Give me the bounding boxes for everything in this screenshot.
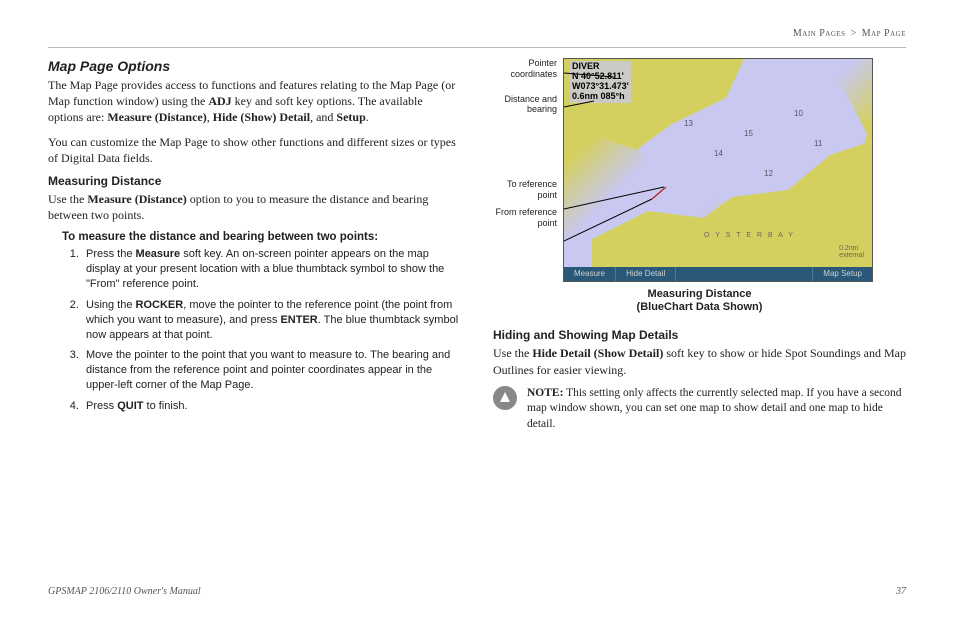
- depth: 12: [764, 169, 773, 178]
- page-footer: GPSMAP 2106/2110 Owner's Manual 37: [48, 586, 906, 597]
- note-block: NOTE: This setting only affects the curr…: [493, 386, 906, 433]
- procedure-title: To measure the distance and bearing betw…: [62, 231, 461, 243]
- softkey-measure[interactable]: Measure: [564, 267, 616, 281]
- opt-setup: Setup: [336, 110, 365, 124]
- measuring-distance-head: Measuring Distance: [48, 174, 461, 188]
- callout-labels: Pointer coordinates Distance and bearing…: [493, 58, 557, 282]
- depth: 10: [794, 109, 803, 118]
- measure-key: Measure: [136, 248, 181, 260]
- enter-key: ENTER: [280, 314, 317, 326]
- left-column: Map Page Options The Map Page provides a…: [48, 58, 461, 432]
- hide-detail-term: Hide Detail (Show Detail): [532, 346, 663, 360]
- figure-caption: Measuring Distance (BlueChart Data Shown…: [493, 288, 906, 314]
- label-distance-bearing: Distance and bearing: [493, 94, 557, 116]
- adj-key: ADJ: [208, 94, 231, 108]
- map-screenshot: DIVER N 40°52.811' W073°31.473' 0.6nm 08…: [563, 58, 873, 282]
- opt-measure: Measure (Distance): [107, 110, 206, 124]
- step-3: Move the pointer to the point that you w…: [82, 348, 461, 393]
- section-title: Map Page Options: [48, 58, 461, 74]
- step-4: Press QUIT to finish.: [82, 399, 461, 414]
- measuring-para: Use the Measure (Distance) option to you…: [48, 191, 461, 223]
- softkey-hide-detail[interactable]: Hide Detail: [616, 267, 676, 281]
- measure-distance-term: Measure (Distance): [87, 192, 186, 206]
- quit-key: QUIT: [117, 400, 143, 412]
- callout-lines: [564, 59, 873, 282]
- depth: 15: [744, 129, 753, 138]
- opt-hide-detail: Hide (Show) Detail: [213, 110, 310, 124]
- depth: 14: [714, 149, 723, 158]
- depth: 13: [684, 119, 693, 128]
- breadcrumb-current: Map Page: [862, 28, 906, 39]
- note-text: NOTE: This setting only affects the curr…: [527, 386, 906, 433]
- map-place-label: O Y S T E R B A Y: [704, 232, 795, 239]
- rocker-key: ROCKER: [136, 299, 184, 311]
- steps-list: Press the Measure soft key. An on-screen…: [82, 247, 461, 413]
- intro-para: The Map Page provides access to function…: [48, 77, 461, 126]
- customize-para: You can customize the Map Page to show o…: [48, 134, 461, 166]
- hiding-para: Use the Hide Detail (Show Detail) soft k…: [493, 345, 906, 377]
- label-pointer-coords: Pointer coordinates: [493, 58, 557, 80]
- top-rule: [48, 47, 906, 48]
- breadcrumb-parent: Main Pages: [793, 28, 846, 39]
- hiding-showing-head: Hiding and Showing Map Details: [493, 328, 906, 342]
- note-icon: [493, 386, 517, 410]
- map-softkey-bar: Measure Hide Detail Map Setup: [564, 267, 872, 281]
- step-2: Using the ROCKER, move the pointer to th…: [82, 298, 461, 343]
- step-1: Press the Measure soft key. An on-screen…: [82, 247, 461, 292]
- figure: Pointer coordinates Distance and bearing…: [493, 58, 906, 282]
- breadcrumb-sep: >: [851, 28, 857, 39]
- label-to-ref: To reference point: [493, 179, 557, 201]
- softkey-map-setup[interactable]: Map Setup: [812, 267, 872, 281]
- right-column: Pointer coordinates Distance and bearing…: [493, 58, 906, 432]
- breadcrumb: Main Pages > Map Page: [48, 28, 906, 39]
- footer-manual-title: GPSMAP 2106/2110 Owner's Manual: [48, 586, 201, 597]
- label-from-ref: From reference point: [493, 207, 557, 229]
- scale-label: 0.2nmexternal: [839, 245, 864, 259]
- depth: 11: [814, 139, 822, 148]
- footer-page-number: 37: [896, 586, 906, 597]
